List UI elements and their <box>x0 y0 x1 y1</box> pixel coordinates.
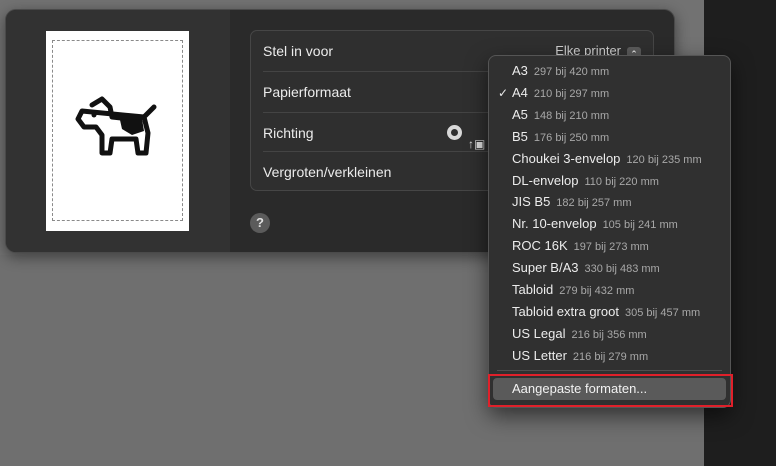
paper-size-name: JIS B5 <box>512 194 551 210</box>
paper-size-dimensions: 330 bij 483 mm <box>584 263 660 276</box>
paper-size-menu-item[interactable]: US Legal 216 bij 356 mm <box>489 323 730 345</box>
paper-size-dimensions: 148 bij 210 mm <box>533 109 610 122</box>
paper-size-name: US Letter <box>512 347 567 363</box>
paper-size-text: US Legal 216 bij 356 mm <box>512 323 647 346</box>
paper-size-text: Choukei 3-envelop 120 bij 235 mm <box>512 148 702 171</box>
paper-size-menu-item[interactable]: US Letter 216 bij 279 mm <box>489 345 730 367</box>
paper-size-dimensions: 210 bij 297 mm <box>533 87 610 100</box>
papierformaat-label: Papierformaat <box>263 84 351 100</box>
custom-sizes-menu-item[interactable]: Aangepaste formaten... <box>493 378 726 400</box>
paper-size-dimensions: 216 bij 279 mm <box>572 350 649 363</box>
paper-size-name: Super B/A3 <box>512 260 579 276</box>
paper-size-name: ROC 16K <box>512 238 568 254</box>
paper-size-menu-item[interactable]: ROC 16K 197 bij 273 mm <box>489 235 730 257</box>
paper-size-dimensions: 297 bij 420 mm <box>533 66 610 78</box>
richting-label: Richting <box>263 125 314 141</box>
stel-in-voor-label: Stel in voor <box>263 43 334 59</box>
paper-preview <box>46 31 189 231</box>
menu-divider <box>497 370 722 371</box>
paper-size-text: JIS B5 182 bij 257 mm <box>512 191 632 214</box>
vergroten-label: Vergroten/verkleinen <box>263 164 392 180</box>
paper-size-name: Nr. 10-envelop <box>512 216 597 232</box>
paper-size-menu-item[interactable]: JIS B5 182 bij 257 mm <box>489 191 730 213</box>
paper-size-name: Tabloid extra groot <box>512 303 619 319</box>
paper-size-dimensions: 120 bij 235 mm <box>626 153 702 166</box>
paper-size-text: Tabloid extra groot 305 bij 457 mm <box>512 301 700 324</box>
paper-size-name: US Legal <box>512 325 566 341</box>
portrait-radio[interactable] <box>447 125 462 140</box>
paper-size-menu-item[interactable]: DL-envelop 110 bij 220 mm <box>489 170 730 192</box>
paper-size-name: A3 <box>512 63 528 78</box>
paper-size-menu-item[interactable]: A5 148 bij 210 mm <box>489 104 730 126</box>
paper-size-text: B5 176 bij 250 mm <box>512 126 609 149</box>
paper-size-dimensions: 182 bij 257 mm <box>556 197 632 210</box>
paper-size-text: DL-envelop 110 bij 220 mm <box>512 170 659 193</box>
paper-size-text: A3 297 bij 420 mm <box>512 60 609 83</box>
paper-size-menu: A3 297 bij 420 mm ✓ A4 210 bij 297 mm A5 148 b… <box>488 55 731 408</box>
paper-size-name: DL-envelop <box>512 172 579 188</box>
preview-pane <box>6 10 230 252</box>
paper-size-dimensions: 105 bij 241 mm <box>602 219 678 232</box>
checkmark-icon: ✓ <box>498 85 509 100</box>
paper-size-text: US Letter 216 bij 279 mm <box>512 345 648 368</box>
paper-size-name: A4 <box>512 84 528 100</box>
paper-size-dimensions: 305 bij 457 mm <box>624 306 701 319</box>
paper-size-menu-item[interactable]: A3 297 bij 420 mm <box>489 60 730 82</box>
paper-size-text: A5 148 bij 210 mm <box>512 104 609 127</box>
paper-size-menu-item[interactable]: Choukei 3-envelop 120 bij 235 mm <box>489 148 730 170</box>
dog-icon <box>75 96 157 156</box>
help-button[interactable]: ? <box>250 213 270 233</box>
paper-size-dimensions: 176 bij 250 mm <box>533 131 610 144</box>
paper-size-menu-item[interactable]: Nr. 10-envelop 105 bij 241 mm <box>489 213 730 235</box>
paper-size-menu-item[interactable]: Tabloid extra groot 305 bij 457 mm <box>489 301 730 323</box>
paper-size-menu-item[interactable]: ✓ A4 210 bij 297 mm <box>489 82 730 104</box>
paper-size-name: B5 <box>512 128 528 144</box>
paper-size-text: ROC 16K 197 bij 273 mm <box>512 235 649 258</box>
paper-size-dimensions: 279 bij 432 mm <box>559 285 635 297</box>
paper-size-text: A4 210 bij 297 mm <box>512 82 609 105</box>
paper-size-menu-item[interactable]: Super B/A3 330 bij 483 mm <box>489 257 730 279</box>
paper-size-text: Nr. 10-envelop 105 bij 241 mm <box>512 213 678 236</box>
paper-size-text: Super B/A3 330 bij 483 mm <box>512 257 660 280</box>
paper-size-menu-item[interactable]: Tabloid 279 bij 432 mm <box>489 279 730 301</box>
paper-size-name: Choukei 3-envelop <box>512 150 621 166</box>
paper-size-name: A5 <box>512 106 528 122</box>
paper-size-name: Tabloid <box>512 282 554 297</box>
paper-size-dimensions: 110 bij 220 mm <box>584 175 659 188</box>
paper-size-dimensions: 197 bij 273 mm <box>573 241 649 254</box>
paper-size-menu-item[interactable]: B5 176 bij 250 mm <box>489 126 730 148</box>
paper-size-dimensions: 216 bij 356 mm <box>571 328 647 341</box>
paper-size-text: Tabloid 279 bij 432 mm <box>512 279 634 302</box>
